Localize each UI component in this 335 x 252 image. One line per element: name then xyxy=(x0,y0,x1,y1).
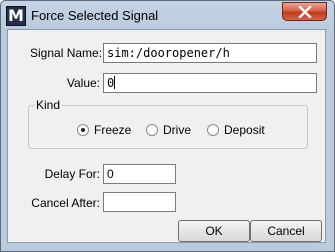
ok-button[interactable]: OK xyxy=(178,220,250,242)
value-field-text: 0 xyxy=(107,76,115,90)
close-icon xyxy=(298,6,312,18)
close-button[interactable] xyxy=(282,2,327,21)
value-label: Value: xyxy=(66,76,100,90)
cancel-after-label: Cancel After: xyxy=(31,196,100,210)
signal-name-label: Signal Name: xyxy=(30,46,103,60)
radio-freeze-indicator[interactable] xyxy=(77,124,89,136)
radio-deposit-indicator[interactable] xyxy=(207,124,219,136)
radio-drive-indicator[interactable] xyxy=(146,124,158,136)
title-bar[interactable]: M Force Selected Signal xyxy=(1,1,334,29)
window-title: Force Selected Signal xyxy=(31,8,159,23)
value-field[interactable]: 0 xyxy=(103,73,317,93)
text-caret xyxy=(114,76,116,89)
radio-drive-label: Drive xyxy=(163,123,192,137)
kind-group-label: Kind xyxy=(34,98,63,112)
delay-for-label: Delay For: xyxy=(44,167,100,181)
radio-freeze-label: Freeze xyxy=(94,123,132,137)
radio-deposit-label: Deposit xyxy=(224,123,265,137)
cancel-after-field[interactable] xyxy=(103,192,176,212)
modelsim-app-icon: M xyxy=(6,6,26,26)
cancel-button[interactable]: Cancel xyxy=(250,220,322,242)
delay-for-field[interactable]: 0 xyxy=(103,164,176,184)
signal-name-field[interactable]: sim:/dooropener/h xyxy=(103,43,317,63)
